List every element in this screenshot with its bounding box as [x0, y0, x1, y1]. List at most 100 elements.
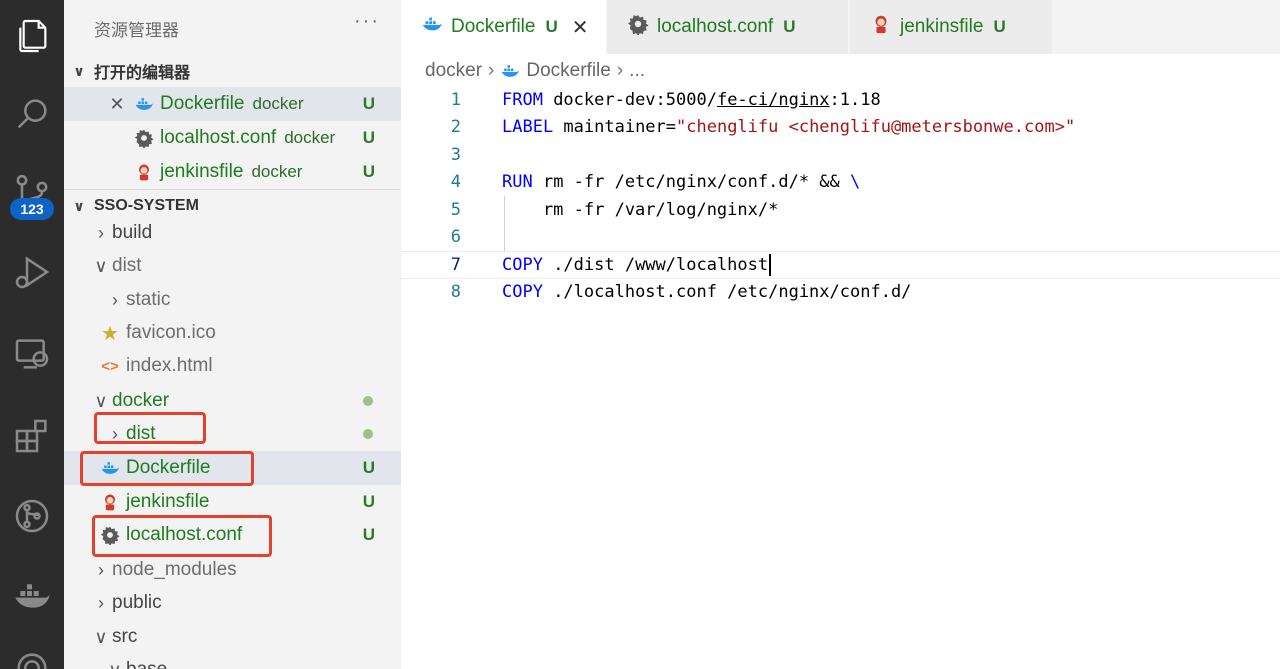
code-text: rm -fr /var/log/nginx/* [502, 199, 779, 220]
tab-dockerfile[interactable]: Dockerfile U ✕ [401, 0, 606, 54]
chevron-right-icon: › [112, 289, 118, 310]
chevron-down-icon: ∨ [94, 255, 108, 276]
tree-item-label: base [126, 659, 167, 669]
chevron-down-icon: ∨ [94, 626, 108, 647]
remote-explorer-icon[interactable] [0, 322, 64, 386]
breadcrumb-more[interactable]: ... [629, 60, 645, 82]
html-icon: <> [101, 357, 119, 375]
code-line[interactable]: 2 LABEL maintainer="chenglifu <chenglifu… [401, 114, 1280, 142]
keyword: RUN [502, 172, 533, 193]
tree-item-label: src [112, 626, 138, 647]
breadcrumb-folder[interactable]: docker [425, 60, 482, 82]
gear-icon[interactable] [0, 636, 64, 669]
tree-item-label: node_modules [112, 559, 237, 580]
open-editor-desc: docker [284, 128, 336, 147]
keyword: LABEL [502, 117, 554, 138]
code-text: maintainer= [553, 117, 677, 138]
activity-bar: 123 [0, 0, 64, 669]
line-content: COPY ./dist /www/localhost [502, 253, 772, 276]
git-status-badge: U [362, 128, 375, 147]
tree-item-static[interactable]: › static [64, 283, 401, 317]
tree-item-label: static [126, 289, 171, 310]
keyword: COPY [502, 282, 543, 303]
tree-item-index-html[interactable]: <> index.html [64, 349, 401, 383]
gitlens-icon[interactable] [0, 484, 64, 548]
star-icon: ★ [101, 322, 119, 345]
more-actions-button[interactable]: ··· [354, 10, 380, 33]
search-icon[interactable] [0, 82, 64, 146]
run-debug-icon[interactable] [0, 240, 64, 304]
tree-item-node-modules[interactable]: › node_modules [64, 553, 401, 587]
code-line[interactable]: 3 [401, 141, 1280, 169]
open-editor-item-jenkinsfile[interactable]: jenkinsfile docker U [64, 155, 401, 189]
code-text: :1.18 [829, 89, 881, 110]
files-icon[interactable] [0, 4, 64, 68]
chevron-down-icon: ∨ [73, 62, 85, 79]
tree-item-build[interactable]: › build [64, 216, 401, 250]
line-content: rm -fr /var/log/nginx/* [502, 200, 778, 220]
project-label: SSO-SYSTEM [94, 197, 199, 214]
tree-item-public[interactable]: › public [64, 586, 401, 620]
open-editor-desc: docker [251, 162, 303, 181]
line-content: FROM docker-dev:5000/fe-ci/nginx:1.18 [502, 90, 881, 110]
close-icon[interactable]: ✕ [572, 15, 589, 40]
docker-icon [421, 13, 443, 41]
line-content: RUN rm -fr /etc/nginx/conf.d/* && \ [502, 172, 860, 192]
jenkins-icon [132, 160, 156, 184]
keyword: FROM [502, 89, 543, 110]
open-editors-label: 打开的编辑器 [94, 65, 191, 82]
code-line[interactable]: 6 [401, 223, 1280, 251]
tab-jenkinsfile[interactable]: jenkinsfile U [850, 0, 1053, 54]
code-line[interactable]: 5 rm -fr /var/log/nginx/* [401, 196, 1280, 224]
code-line[interactable]: 1 FROM docker-dev:5000/fe-ci/nginx:1.18 [401, 86, 1280, 114]
tab-localhost-conf[interactable]: localhost.conf U [607, 0, 849, 54]
close-icon[interactable]: ✕ [102, 94, 132, 115]
open-editor-item-dockerfile[interactable]: ✕ Dockerfile docker U [64, 87, 401, 121]
tree-item-label: public [112, 592, 162, 613]
git-status-badge: U [362, 525, 375, 544]
tree-item-base[interactable]: ∨ base [64, 653, 401, 669]
tree-item-src[interactable]: ∨ src [64, 620, 401, 654]
extensions-icon[interactable] [0, 404, 64, 468]
highlight-box-localhost-conf [92, 515, 272, 557]
line-content: COPY ./localhost.conf /etc/nginx/conf.d/ [502, 282, 911, 302]
line-continuation: \ [850, 172, 861, 193]
tree-item-label: docker [112, 390, 170, 411]
breadcrumb-file[interactable]: Dockerfile [526, 60, 610, 82]
docker-icon [502, 65, 520, 77]
string-literal: "chenglifu <chenglifu@metersbonwe.com>" [676, 117, 1076, 138]
line-number: 2 [450, 117, 461, 138]
git-status-badge: U [783, 17, 796, 36]
indent-guide [504, 223, 505, 251]
code-editor[interactable]: 1 FROM docker-dev:5000/fe-ci/nginx:1.18 … [401, 86, 1280, 306]
open-editor-name: Dockerfile [160, 93, 245, 114]
code-line-current[interactable]: 7 COPY ./dist /www/localhost [401, 251, 1280, 279]
open-editor-desc: docker [252, 94, 304, 113]
modified-dot [363, 396, 373, 406]
code-text: fe-ci/nginx [716, 89, 830, 110]
chevron-right-icon: › [616, 60, 624, 81]
docker-icon[interactable] [0, 564, 64, 628]
line-number: 7 [450, 254, 461, 275]
open-editor-item-localhost-conf[interactable]: localhost.conf docker U [64, 121, 401, 155]
code-line[interactable]: 8 COPY ./localhost.conf /etc/nginx/conf.… [401, 279, 1280, 307]
line-number: 1 [450, 89, 461, 110]
section-divider [64, 189, 401, 190]
git-status-badge: U [362, 458, 375, 477]
chevron-right-icon: › [98, 222, 104, 243]
jenkins-icon [870, 13, 892, 41]
tree-item-favicon[interactable]: ★ favicon.ico [64, 316, 401, 350]
breadcrumb: docker › Dockerfile › ... [425, 58, 645, 84]
open-editors-header[interactable]: ∨ 打开的编辑器 [64, 56, 401, 86]
code-line[interactable]: 4 RUN rm -fr /etc/nginx/conf.d/* && \ [401, 169, 1280, 197]
highlight-box-dockerfile [80, 451, 254, 486]
tree-item-jenkinsfile[interactable]: jenkinsfile U [64, 485, 401, 519]
tree-item-label: jenkinsfile [126, 491, 210, 512]
git-status-badge: U [545, 17, 558, 36]
line-number: 3 [450, 144, 461, 165]
code-text: ./dist /www/localhost [542, 254, 769, 275]
editor-area: Dockerfile U ✕ localhost.conf U jenkinsf… [401, 0, 1280, 669]
tree-item-label: dist [112, 255, 142, 276]
tree-item-dist[interactable]: ∨ dist [64, 249, 401, 283]
gear-icon [627, 13, 649, 41]
